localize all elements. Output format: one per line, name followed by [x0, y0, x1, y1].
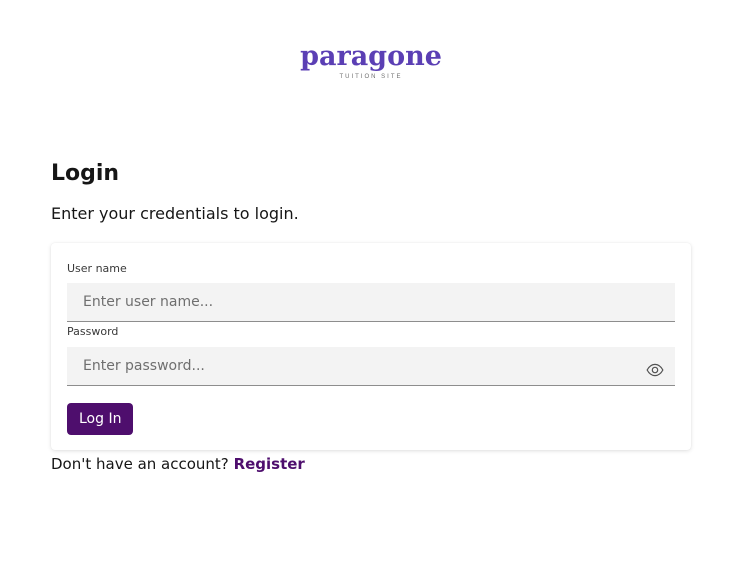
- login-page: paragone TUITION SITE Login Enter your c…: [0, 0, 751, 561]
- eye-icon: [646, 363, 664, 377]
- register-prompt: Don't have an account? Register: [51, 453, 305, 475]
- username-input[interactable]: [67, 283, 675, 322]
- show-password-button[interactable]: [643, 358, 667, 382]
- password-input[interactable]: [67, 347, 675, 386]
- page-subtitle: Enter your credentials to login.: [51, 204, 299, 223]
- logo-tagline: TUITION SITE: [339, 74, 403, 80]
- logo-wordmark: paragone: [300, 41, 442, 72]
- password-label: Password: [67, 325, 119, 338]
- brand-logo[interactable]: paragone TUITION SITE: [300, 41, 442, 81]
- page-title: Login: [51, 161, 120, 186]
- log-in-button[interactable]: Log In: [67, 403, 134, 435]
- register-prompt-text: Don't have an account?: [51, 455, 229, 473]
- username-label: User name: [67, 262, 127, 275]
- login-form-card: User name Password Log In: [51, 243, 691, 450]
- register-link[interactable]: Register: [234, 455, 305, 473]
